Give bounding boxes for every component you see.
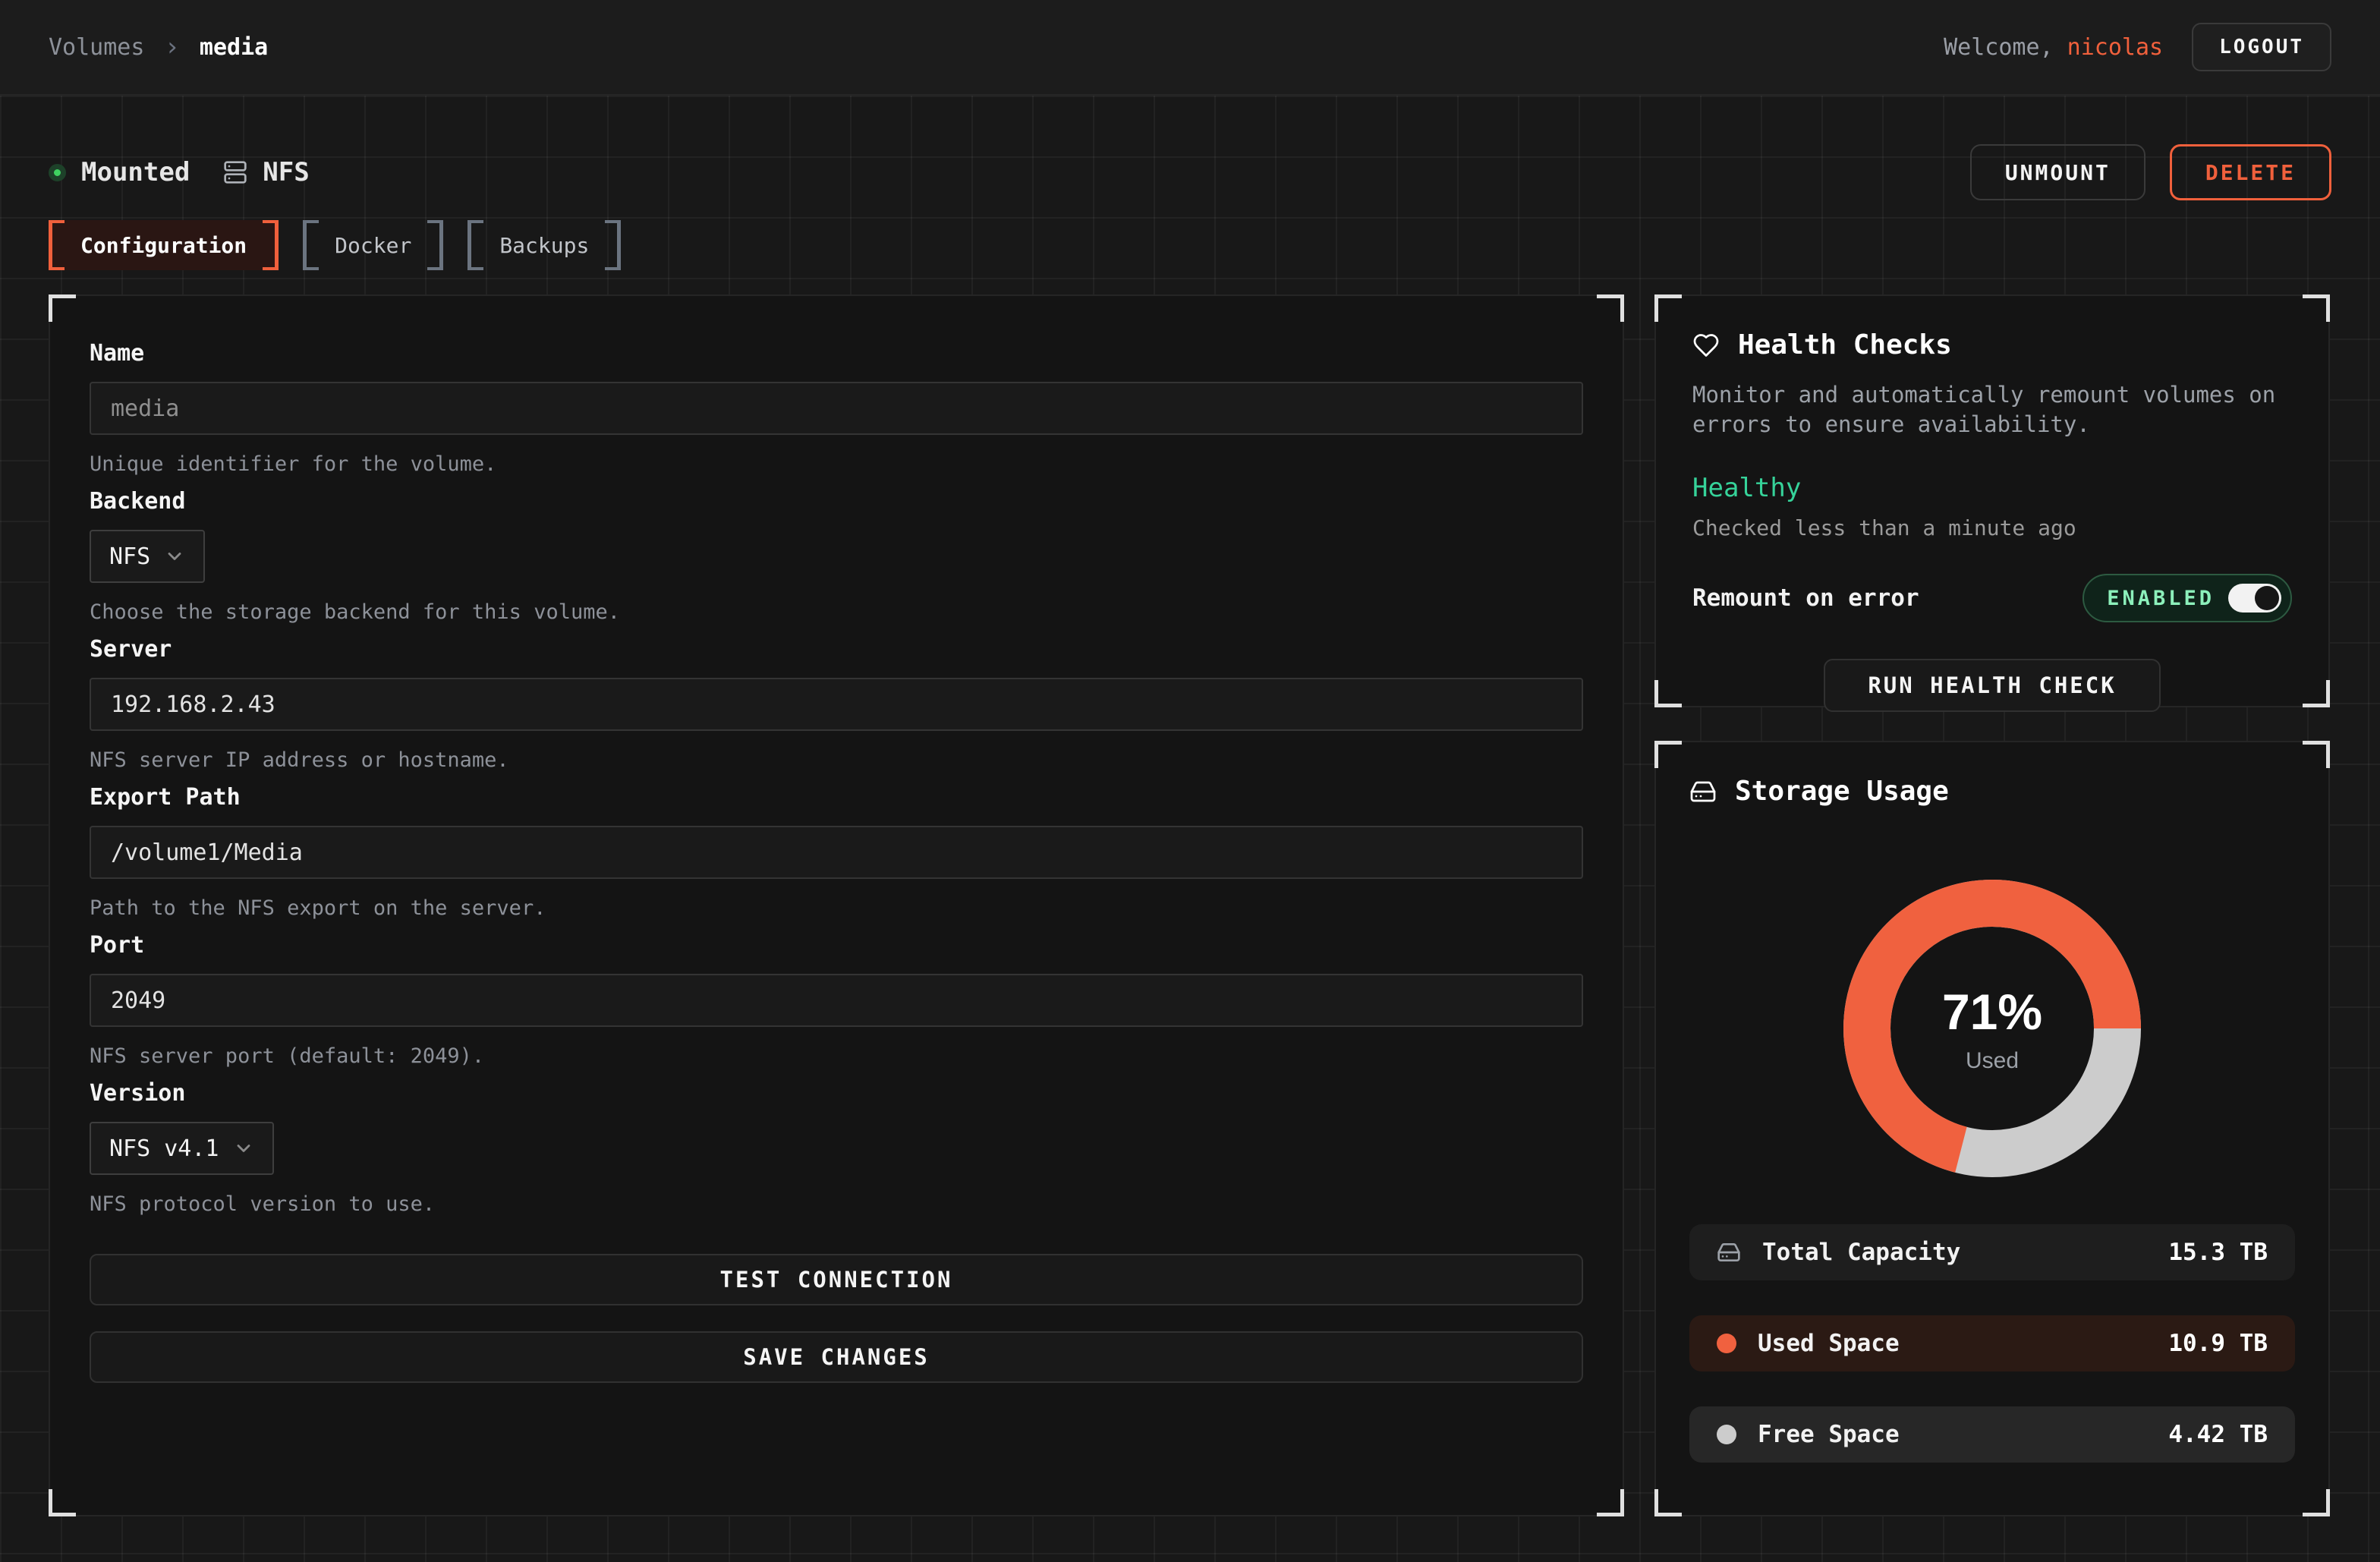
- username: nicolas: [2067, 34, 2163, 61]
- free-space-dot-icon: [1717, 1425, 1736, 1444]
- free-space-label: Free Space: [1758, 1421, 1900, 1448]
- chevron-down-icon: [164, 546, 185, 567]
- test-connection-button[interactable]: TEST CONNECTION: [90, 1254, 1583, 1305]
- toggle-knob: [2255, 586, 2279, 610]
- free-space-row: Free Space 4.42 TB: [1689, 1406, 2295, 1463]
- health-checks-title: Health Checks: [1738, 329, 1952, 361]
- donut-percent-label: Used: [1966, 1048, 2019, 1074]
- corner-bracket: [1654, 1489, 1682, 1516]
- version-select-value: NFS v4.1: [109, 1135, 219, 1162]
- server-label: Server: [90, 636, 1583, 663]
- breadcrumb-separator-icon: ›: [164, 34, 179, 60]
- toggle-switch[interactable]: [2228, 584, 2281, 613]
- backend-help: Choose the storage backend for this volu…: [90, 600, 1583, 625]
- tab-configuration[interactable]: Configuration: [49, 220, 279, 270]
- name-help: Unique identifier for the volume.: [90, 452, 1583, 477]
- port-label: Port: [90, 932, 1583, 959]
- hard-drive-icon: [1717, 1240, 1741, 1264]
- mounted-status-dot: [49, 164, 66, 181]
- health-checked-text: Checked less than a minute ago: [1692, 515, 2292, 540]
- total-capacity-value: 15.3 TB: [2168, 1239, 2268, 1266]
- version-select[interactable]: NFS v4.1: [90, 1122, 274, 1175]
- mounted-status-label: Mounted: [81, 157, 190, 187]
- backend-select[interactable]: NFS: [90, 530, 205, 583]
- export-path-label: Export Path: [90, 784, 1583, 811]
- export-path-field-group: Export Path Path to the NFS export on th…: [90, 784, 1583, 921]
- tab-docker[interactable]: Docker: [303, 220, 443, 270]
- chevron-down-icon: [233, 1138, 254, 1159]
- breadcrumb-volumes-link[interactable]: Volumes: [49, 34, 144, 61]
- welcome-text: Welcome, nicolas: [1944, 34, 2163, 61]
- remount-toggle[interactable]: ENABLED: [2082, 574, 2292, 622]
- corner-bracket: [1654, 680, 1682, 707]
- run-health-check-button[interactable]: RUN HEALTH CHECK: [1824, 659, 2160, 712]
- configuration-panel: Name Unique identifier for the volume. B…: [49, 294, 1624, 1516]
- server-icon: [223, 160, 247, 184]
- used-space-row: Used Space 10.9 TB: [1689, 1315, 2295, 1371]
- remount-on-error-label: Remount on error: [1692, 584, 1919, 612]
- corner-bracket: [1654, 741, 1682, 768]
- version-label: Version: [90, 1080, 1583, 1107]
- unmount-button[interactable]: UNMOUNT: [1970, 144, 2145, 200]
- corner-bracket: [2303, 741, 2330, 768]
- port-help: NFS server port (default: 2049).: [90, 1044, 1583, 1069]
- corner-bracket: [1597, 1489, 1624, 1516]
- tab-bar: Configuration Docker Backups: [49, 220, 2331, 270]
- corner-bracket: [2303, 1489, 2330, 1516]
- export-path-help: Path to the NFS export on the server.: [90, 896, 1583, 921]
- backend-field-group: Backend NFS Choose the storage backend f…: [90, 488, 1583, 625]
- health-checks-description: Monitor and automatically remount volume…: [1692, 380, 2292, 439]
- port-field-group: Port NFS server port (default: 2049).: [90, 932, 1583, 1069]
- heart-icon: [1692, 332, 1720, 359]
- version-field-group: Version NFS v4.1 NFS protocol version to…: [90, 1080, 1583, 1217]
- name-field-group: Name Unique identifier for the volume.: [90, 340, 1583, 477]
- corner-bracket: [2303, 680, 2330, 707]
- health-checks-panel: Health Checks Monitor and automatically …: [1654, 294, 2330, 707]
- logout-button[interactable]: LOGOUT: [2192, 23, 2331, 71]
- port-input[interactable]: [90, 974, 1583, 1027]
- server-help: NFS server IP address or hostname.: [90, 748, 1583, 773]
- backend-status: NFS: [223, 157, 309, 187]
- corner-bracket: [1654, 294, 1682, 322]
- backend-label: Backend: [90, 488, 1583, 515]
- save-changes-button[interactable]: SAVE CHANGES: [90, 1331, 1583, 1383]
- topbar: Volumes › media Welcome, nicolas LOGOUT: [0, 0, 2380, 96]
- corner-bracket: [49, 294, 76, 322]
- used-space-dot-icon: [1717, 1334, 1736, 1353]
- mount-status: Mounted: [49, 157, 190, 187]
- breadcrumb: Volumes › media: [49, 34, 268, 61]
- breadcrumb-current: media: [200, 34, 268, 61]
- storage-usage-panel: Storage Usage 71% Used: [1654, 741, 2330, 1516]
- server-field-group: Server NFS server IP address or hostname…: [90, 636, 1583, 773]
- page-background: Mounted NFS UNMOUNT DELETE Configuration…: [0, 96, 2380, 1562]
- server-input[interactable]: [90, 678, 1583, 731]
- corner-bracket: [1597, 294, 1624, 322]
- total-capacity-label: Total Capacity: [1762, 1239, 1960, 1266]
- status-row: Mounted NFS UNMOUNT DELETE: [49, 144, 2331, 200]
- name-input[interactable]: [90, 382, 1583, 435]
- used-space-value: 10.9 TB: [2168, 1330, 2268, 1357]
- hard-drive-icon: [1689, 778, 1717, 805]
- remount-toggle-label: ENABLED: [2107, 587, 2215, 610]
- tab-backups[interactable]: Backups: [468, 220, 621, 270]
- delete-button[interactable]: DELETE: [2170, 144, 2331, 200]
- backend-status-label: NFS: [263, 157, 309, 187]
- free-space-value: 4.42 TB: [2168, 1421, 2268, 1448]
- health-status-text: Healthy: [1692, 473, 2292, 503]
- donut-percent-value: 71%: [1942, 983, 2042, 1041]
- version-help: NFS protocol version to use.: [90, 1192, 1583, 1217]
- backend-select-value: NFS: [109, 543, 150, 570]
- export-path-input[interactable]: [90, 826, 1583, 879]
- storage-donut-chart: 71% Used: [1840, 877, 2144, 1180]
- name-label: Name: [90, 340, 1583, 367]
- total-capacity-row: Total Capacity 15.3 TB: [1689, 1224, 2295, 1280]
- corner-bracket: [49, 1489, 76, 1516]
- storage-usage-title: Storage Usage: [1735, 776, 1949, 807]
- used-space-label: Used Space: [1758, 1330, 1900, 1357]
- corner-bracket: [2303, 294, 2330, 322]
